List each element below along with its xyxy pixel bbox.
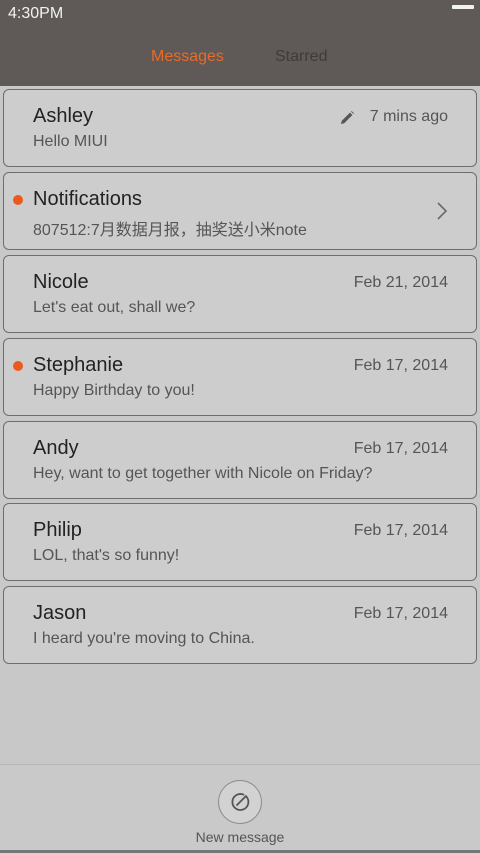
compose-icon [231,793,250,811]
contact-name: Jason [33,602,87,624]
message-preview: I heard you're moving to China. [33,630,255,647]
message-item-nicole[interactable]: Nicole Let's eat out, shall we? Feb 21, … [3,255,477,333]
contact-name: Notifications [33,188,142,210]
chevron-right-icon [437,202,448,220]
contact-name: Nicole [33,271,89,293]
message-preview: 807512:7月数据月报，抽奖送小米note [33,222,307,239]
message-item-ashley[interactable]: Ashley Hello MIUI 7 mins ago [3,89,477,167]
header: 4:30PM Messages Starred [0,0,480,86]
contact-name: Stephanie [33,354,124,376]
message-preview: Hello MIUI [33,133,108,150]
message-time: Feb 17, 2014 [353,522,448,539]
messages-screen: 4:30PM Messages Starred Ashley Hello MIU… [0,0,480,853]
message-preview: LOL, that's so funny! [33,547,180,564]
message-time: Feb 21, 2014 [353,274,448,291]
tab-starred[interactable]: Starred [275,48,327,66]
unread-dot [13,361,23,371]
contact-name: Andy [33,437,79,459]
message-item-jason[interactable]: Jason I heard you're moving to China. Fe… [3,586,477,664]
message-item-stephanie[interactable]: Stephanie Happy Birthday to you! Feb 17,… [3,338,477,416]
message-item-philip[interactable]: Philip LOL, that's so funny! Feb 17, 201… [3,503,477,581]
pencil-icon [341,111,354,124]
message-item-andy[interactable]: Andy Hey, want to get together with Nico… [3,421,477,499]
new-message-label: New message [195,829,285,845]
unread-dot [13,195,23,205]
battery-icon [452,5,474,9]
message-time: Feb 17, 2014 [353,357,448,374]
contact-name: Ashley [33,105,94,127]
new-message-button[interactable] [218,780,262,824]
tab-messages[interactable]: Messages [151,48,224,66]
contact-name: Philip [33,519,82,541]
message-time: Feb 17, 2014 [353,440,448,457]
message-preview: Happy Birthday to you! [33,382,195,399]
message-time: Feb 17, 2014 [353,605,448,622]
bottom-bar: New message [0,764,480,853]
message-preview: Hey, want to get together with Nicole on… [33,465,373,482]
message-time: 7 mins ago [369,108,448,125]
message-preview: Let's eat out, shall we? [33,299,196,316]
status-time: 4:30PM [8,5,64,22]
message-item-notifications[interactable]: Notifications 807512:7月数据月报，抽奖送小米note [3,172,477,250]
